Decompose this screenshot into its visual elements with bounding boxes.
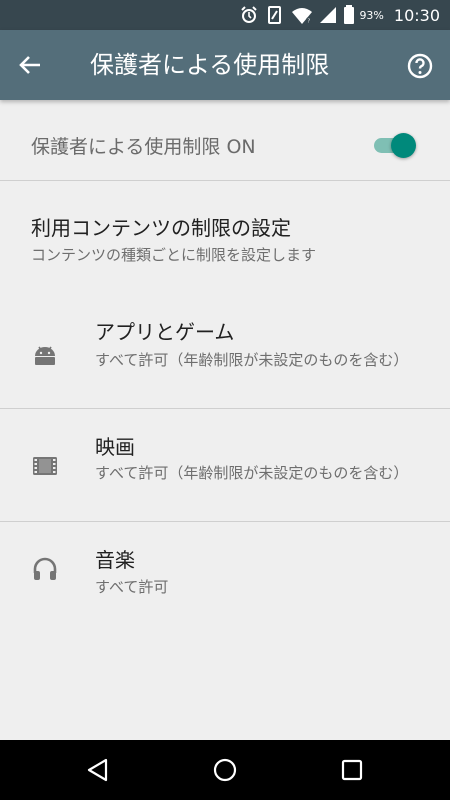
status-icons: ? 93% 10:30: [239, 0, 440, 30]
battery-percent: 93%: [359, 8, 384, 22]
toolbar: 保護者による使用制限: [0, 30, 450, 100]
parental-controls-switch-label: 保護者による使用制限 ON: [31, 136, 256, 158]
list-item-title: 映画: [95, 435, 135, 459]
nav-back-button[interactable]: [84, 756, 112, 784]
square-recents-icon: [338, 759, 366, 788]
list-item-apps-games[interactable]: アプリとゲーム すべて許可（年齢制限が未設定のものを含む）: [0, 300, 450, 408]
list-item-title: 音楽: [95, 548, 135, 572]
list-item-subtitle: すべて許可（年齢制限が未設定のものを含む）: [95, 351, 409, 369]
movie-film-icon: [32, 453, 58, 479]
svg-text:?: ?: [308, 19, 311, 25]
headphones-icon: [32, 556, 58, 582]
toggle-thumb: [391, 133, 416, 158]
divider: [0, 180, 450, 181]
android-icon: [32, 342, 58, 368]
section-title: 利用コンテンツの制限の設定: [31, 216, 291, 240]
navigation-bar: [0, 740, 450, 800]
clock: 10:30: [393, 5, 440, 25]
parental-controls-switch-row[interactable]: 保護者による使用制限 ON: [0, 112, 450, 180]
help-button[interactable]: [406, 52, 434, 80]
list-item-title: アプリとゲーム: [95, 320, 235, 344]
battery-icon: [343, 5, 355, 25]
nav-home-button[interactable]: [211, 756, 239, 784]
list-item-subtitle: すべて許可: [95, 578, 169, 596]
nav-recents-button[interactable]: [338, 756, 366, 784]
list-item-subtitle: すべて許可（年齢制限が未設定のものを含む）: [95, 464, 409, 482]
arrow-back-icon: [16, 56, 44, 83]
page-title: 保護者による使用制限: [90, 51, 330, 79]
list-item-movies[interactable]: 映画 すべて許可（年齢制限が未設定のものを含む）: [0, 409, 450, 521]
circle-home-icon: [211, 758, 239, 788]
alarm-icon: [239, 5, 259, 25]
parental-controls-toggle[interactable]: [374, 132, 418, 158]
list-item-music[interactable]: 音楽 すべて許可: [0, 522, 450, 622]
help-circle-icon: [406, 53, 434, 84]
wifi-icon: ?: [291, 5, 313, 25]
status-bar: ? 93% 10:30: [0, 0, 450, 30]
triangle-back-icon: [84, 758, 112, 788]
vibrate-icon: [265, 5, 285, 25]
section-subtitle: コンテンツの種類ごとに制限を設定します: [31, 246, 317, 264]
back-button[interactable]: [16, 51, 44, 79]
signal-icon: [319, 6, 337, 24]
